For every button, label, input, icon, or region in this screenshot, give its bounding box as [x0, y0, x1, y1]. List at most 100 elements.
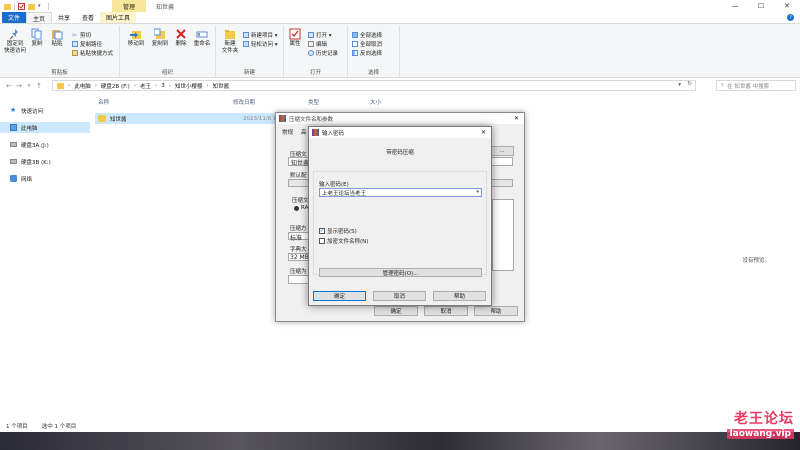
column-header-modified[interactable]: 修改日期 — [233, 97, 255, 107]
breadcrumb-current[interactable]: 知世酱 — [213, 82, 230, 90]
archive-dialog-ok-button[interactable]: 确定 — [374, 306, 418, 316]
help-icon[interactable]: ? — [787, 14, 794, 21]
paste-shortcut-button[interactable]: 粘贴快捷方式 — [72, 49, 113, 57]
properties-button[interactable]: 属性 — [288, 28, 302, 48]
back-arrow-icon[interactable]: ← — [4, 82, 14, 90]
tab-home[interactable]: 主页 — [26, 12, 53, 23]
nav-item-network[interactable]: 网络 — [0, 173, 90, 184]
format-rar-radio[interactable]: RA — [294, 205, 308, 211]
nav-item-this-pc[interactable]: 此电脑 — [0, 122, 90, 133]
select-none-button[interactable]: 全部取消 — [352, 40, 382, 48]
new-item-button[interactable]: 新建项目 ▾ — [243, 31, 278, 39]
column-header-type[interactable]: 类型 — [308, 97, 319, 107]
rename-button[interactable]: 重命名 — [192, 28, 212, 48]
tab-picture-tools[interactable]: 图片工具 — [100, 12, 137, 23]
column-header-size[interactable]: 大小 — [370, 97, 381, 107]
encrypt-names-label: 加密文件名称(N) — [327, 239, 369, 245]
watermark-url: laowang.vip — [726, 429, 794, 439]
delete-button[interactable]: 删除 — [174, 28, 188, 48]
select-none-label: 全部取消 — [360, 42, 383, 48]
network-icon — [10, 175, 17, 182]
split-field[interactable] — [288, 275, 310, 284]
minimize-button[interactable]: — — [722, 0, 748, 12]
window-controls: — ☐ ✕ — [722, 0, 800, 12]
tab-share[interactable]: 共享 — [52, 12, 76, 23]
maximize-button[interactable]: ☐ — [748, 0, 774, 12]
tab-general[interactable]: 常规 — [282, 128, 293, 136]
manage-passwords-button[interactable]: 管理密码(O)... — [319, 268, 482, 277]
archive-dialog-cancel-button[interactable]: 取消 — [424, 306, 468, 316]
tab-view[interactable]: 查看 — [76, 12, 100, 23]
show-password-checkbox[interactable]: ✓ 显示密码(S) — [319, 227, 357, 235]
method-dropdown[interactable]: 标准 — [288, 232, 310, 242]
close-icon[interactable]: ✕ — [514, 115, 519, 122]
encrypt-names-checkbox[interactable]: 加密文件名称(N) — [319, 237, 368, 245]
copy-to-label: 复制到 — [151, 41, 169, 47]
copy-to-button[interactable]: 复制到 — [149, 28, 171, 48]
pin-label: 固定到 快速访问 — [3, 41, 26, 54]
tab-advanced[interactable]: 高 — [301, 128, 307, 136]
history-button[interactable]: 历史记录 — [308, 49, 338, 57]
move-to-icon — [130, 31, 141, 39]
chevron-down-icon[interactable]: ▾ — [678, 82, 681, 88]
new-item-label: 新建项目 ▾ — [251, 33, 278, 39]
watermark: 老王论坛 laowang.vip — [726, 408, 794, 439]
copy-path-button[interactable]: 复制路径 — [72, 40, 102, 48]
group-label-new: 新建 — [243, 70, 255, 76]
chevron-down-icon[interactable]: ▾ — [24, 83, 34, 89]
password-ok-button[interactable]: 确定 — [313, 291, 366, 301]
breadcrumb-laowang[interactable]: 老王 — [140, 82, 151, 90]
password-input[interactable]: 上老王论坛当老王 ▾ — [319, 188, 482, 197]
new-folder-icon[interactable] — [28, 3, 35, 10]
properties-label: 属性 — [289, 41, 301, 47]
close-button[interactable]: ✕ — [774, 0, 800, 12]
history-label: 历史记录 — [316, 51, 339, 57]
nav-item-drive-j[interactable]: 硬盘3A (J:) — [0, 139, 90, 150]
select-all-button[interactable]: 全部选择 — [352, 31, 382, 39]
cut-button[interactable]: ✂ 剪切 — [72, 31, 91, 39]
password-cancel-button[interactable]: 取消 — [373, 291, 426, 301]
rename-icon — [196, 31, 208, 38]
nav-item-drive-k[interactable]: 硬盘3B (K:) — [0, 156, 90, 167]
archive-dialog-help-button[interactable]: 帮助 — [474, 306, 518, 316]
edit-button[interactable]: 编辑 — [308, 40, 327, 48]
invert-selection-button[interactable]: 反向选择 — [352, 49, 382, 57]
close-icon[interactable]: ✕ — [481, 129, 486, 136]
password-help-button[interactable]: 帮助 — [433, 291, 486, 301]
address-field[interactable]: › 此电脑 › 硬盘2B (F:) › 老王 › 3 › 知世小樱樱 › 知世酱… — [52, 80, 696, 91]
new-item-icon — [243, 32, 249, 38]
easy-access-button[interactable]: 轻松访问 ▾ — [243, 40, 278, 48]
method-value: 标准 — [290, 235, 303, 242]
open-icon — [308, 32, 314, 38]
properties-icon[interactable] — [18, 2, 25, 10]
browse-button[interactable]: ... — [490, 146, 514, 156]
ribbon-group-select: 全部选择 全部取消 反向选择 选择 — [348, 26, 400, 77]
pin-quick-access-button[interactable]: 固定到 快速访问 — [2, 28, 28, 55]
tab-file[interactable]: 文件 — [2, 12, 26, 23]
open-label: 打开 ▾ — [316, 33, 332, 39]
dictionary-dropdown[interactable]: 32 MB — [288, 253, 310, 261]
breadcrumb-3[interactable]: 3 — [161, 83, 165, 89]
breadcrumb-drive[interactable]: 硬盘2B (F:) — [101, 82, 130, 90]
refresh-icon[interactable]: ↻ — [687, 81, 692, 87]
forward-arrow-icon[interactable]: → — [14, 82, 24, 90]
nav-item-quick-access[interactable]: ★ 快速访问 — [0, 105, 90, 116]
column-header-name[interactable]: 名称 — [98, 97, 109, 107]
search-input[interactable]: ⌕ 在 知世酱 中搜索 — [716, 80, 796, 91]
copy-button[interactable]: 复制 — [30, 28, 44, 48]
breadcrumb-this-pc[interactable]: 此电脑 — [74, 82, 91, 90]
open-button[interactable]: 打开 ▾ — [308, 31, 332, 39]
new-folder-button[interactable]: 新建 文件夹 — [220, 28, 240, 55]
manage-tab[interactable]: 管理 — [112, 0, 146, 12]
folder-icon — [98, 115, 106, 122]
invert-selection-label: 反向选择 — [360, 51, 383, 57]
chevron-down-icon[interactable]: ▾ — [476, 189, 479, 195]
breadcrumb-folder[interactable]: 知世小樱樱 — [175, 82, 203, 90]
paste-button[interactable]: 粘贴 — [50, 28, 64, 48]
copy-label: 复制 — [31, 41, 43, 47]
chevron-down-icon[interactable]: ▾ — [38, 3, 45, 10]
breadcrumb-separator: › — [68, 82, 71, 89]
up-arrow-icon[interactable]: ↑ — [34, 82, 44, 90]
move-to-button[interactable]: 移动到 — [125, 28, 147, 48]
new-folder-label: 新建 文件夹 — [221, 41, 239, 54]
